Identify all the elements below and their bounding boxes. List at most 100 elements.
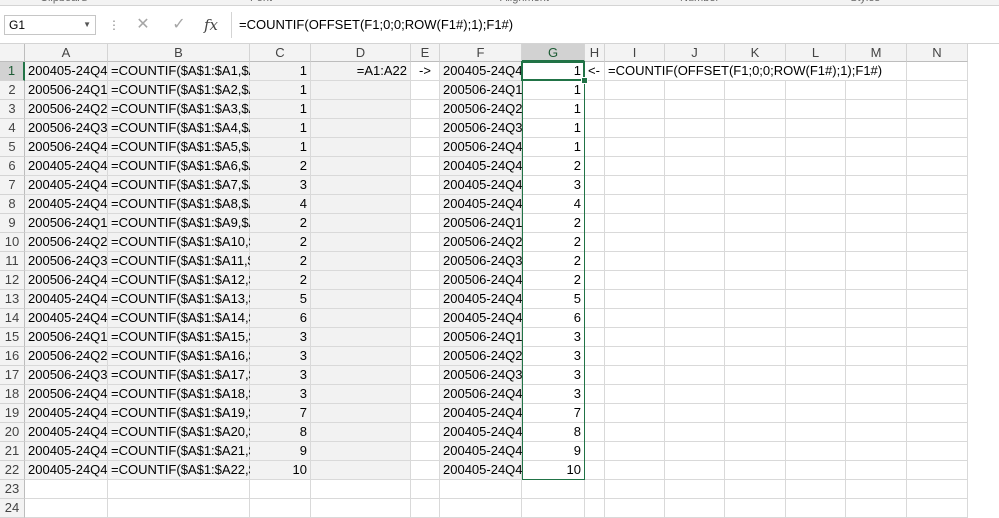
cell-b18[interactable]: =COUNTIF($A$1:$A18,$A18) (108, 385, 283, 404)
cell-i7[interactable] (605, 176, 665, 195)
cell-f2[interactable]: 200506-24Q1 (440, 81, 523, 100)
cell-i10[interactable] (605, 233, 665, 252)
cell-l3[interactable] (786, 100, 846, 119)
cell-g11[interactable]: 2 (522, 252, 585, 271)
row-header-2[interactable]: 2 (0, 81, 25, 100)
cell-i15[interactable] (605, 328, 665, 347)
cell-b7[interactable]: =COUNTIF($A$1:$A7,$A7) (108, 176, 269, 195)
cell-l12[interactable] (786, 271, 846, 290)
column-header-g[interactable]: G (522, 44, 585, 62)
cell-m16[interactable] (846, 347, 907, 366)
cell-g21[interactable]: 9 (522, 442, 585, 461)
cell-g8[interactable]: 4 (522, 195, 585, 214)
cell-k18[interactable] (725, 385, 786, 404)
cell-f18[interactable]: 200506-24Q4 (440, 385, 523, 404)
fill-handle[interactable] (581, 77, 588, 84)
cell-i16[interactable] (605, 347, 665, 366)
cell-i17[interactable] (605, 366, 665, 385)
cell-l7[interactable] (786, 176, 846, 195)
cell-k13[interactable] (725, 290, 786, 309)
cell-f11[interactable]: 200506-24Q3 (440, 252, 523, 271)
cell-g7[interactable]: 3 (522, 176, 585, 195)
cell-n13[interactable] (907, 290, 968, 309)
cell-k4[interactable] (725, 119, 786, 138)
cell-f16[interactable]: 200506-24Q2 (440, 347, 523, 366)
cell-c15[interactable]: 3 (250, 328, 311, 347)
cell-g6[interactable]: 2 (522, 157, 585, 176)
cell-m4[interactable] (846, 119, 907, 138)
cell-d17[interactable] (311, 366, 411, 385)
cell-j16[interactable] (665, 347, 725, 366)
cell-j8[interactable] (665, 195, 725, 214)
column-header-i[interactable]: I (605, 44, 665, 62)
cell-i22[interactable] (605, 461, 665, 480)
row-header-19[interactable]: 19 (0, 404, 25, 423)
cell-a14[interactable]: 200405-24Q4 (25, 309, 108, 328)
cell-i9[interactable] (605, 214, 665, 233)
cell-l6[interactable] (786, 157, 846, 176)
cell-h8[interactable] (585, 195, 605, 214)
cell-j6[interactable] (665, 157, 725, 176)
cell-l22[interactable] (786, 461, 846, 480)
row-header-10[interactable]: 10 (0, 233, 25, 252)
cell-l17[interactable] (786, 366, 846, 385)
cell-m8[interactable] (846, 195, 907, 214)
cell-g4[interactable]: 1 (522, 119, 585, 138)
cell-l4[interactable] (786, 119, 846, 138)
cell-j17[interactable] (665, 366, 725, 385)
cell-g15[interactable]: 3 (522, 328, 585, 347)
cell-k8[interactable] (725, 195, 786, 214)
cell-l9[interactable] (786, 214, 846, 233)
cell-k6[interactable] (725, 157, 786, 176)
cell-k7[interactable] (725, 176, 786, 195)
cell-n16[interactable] (907, 347, 968, 366)
more-options-icon[interactable]: ⋮ (108, 16, 120, 34)
cell-h2[interactable] (585, 81, 605, 100)
cell-e16[interactable] (411, 347, 440, 366)
chevron-down-icon[interactable]: ▼ (83, 16, 91, 34)
cell-b17[interactable]: =COUNTIF($A$1:$A17,$A17) (108, 366, 283, 385)
formula-input[interactable]: =COUNTIF(OFFSET(F1;0;0;ROW(F1#);1);F1#) (239, 15, 513, 35)
cell-g17[interactable]: 3 (522, 366, 585, 385)
cell-c18[interactable]: 3 (250, 385, 311, 404)
cell-j14[interactable] (665, 309, 725, 328)
cell-h16[interactable] (585, 347, 605, 366)
cell-n20[interactable] (907, 423, 968, 442)
cell-g1[interactable]: 1 (522, 62, 585, 81)
column-header-e[interactable]: E (411, 44, 440, 62)
cell-c19[interactable]: 7 (250, 404, 311, 423)
cell-h12[interactable] (585, 271, 605, 290)
cell-f23[interactable] (440, 480, 522, 499)
cell-j13[interactable] (665, 290, 725, 309)
cell-j5[interactable] (665, 138, 725, 157)
cell-n22[interactable] (907, 461, 968, 480)
cell-m19[interactable] (846, 404, 907, 423)
cell-f15[interactable]: 200506-24Q1 (440, 328, 523, 347)
cell-h6[interactable] (585, 157, 605, 176)
cell-e18[interactable] (411, 385, 440, 404)
cell-b5[interactable]: =COUNTIF($A$1:$A5,$A5) (108, 138, 269, 157)
cell-h19[interactable] (585, 404, 605, 423)
cell-f5[interactable]: 200506-24Q4 (440, 138, 523, 157)
cell-c22[interactable]: 10 (250, 461, 311, 480)
cell-m13[interactable] (846, 290, 907, 309)
cell-j21[interactable] (665, 442, 725, 461)
cell-n17[interactable] (907, 366, 968, 385)
cell-d12[interactable] (311, 271, 411, 290)
row-header-13[interactable]: 13 (0, 290, 25, 309)
cell-c17[interactable]: 3 (250, 366, 311, 385)
cell-e3[interactable] (411, 100, 440, 119)
cell-f12[interactable]: 200506-24Q4 (440, 271, 523, 290)
insert-function-icon[interactable]: fx (200, 14, 222, 36)
cell-e9[interactable] (411, 214, 440, 233)
cell-d21[interactable] (311, 442, 411, 461)
cell-m20[interactable] (846, 423, 907, 442)
cell-c3[interactable]: 1 (250, 100, 311, 119)
cell-i4[interactable] (605, 119, 665, 138)
cell-k3[interactable] (725, 100, 786, 119)
cell-i20[interactable] (605, 423, 665, 442)
cell-b14[interactable]: =COUNTIF($A$1:$A14,$A14) (108, 309, 283, 328)
cell-a23[interactable] (25, 480, 108, 499)
row-header-4[interactable]: 4 (0, 119, 25, 138)
cell-h17[interactable] (585, 366, 605, 385)
